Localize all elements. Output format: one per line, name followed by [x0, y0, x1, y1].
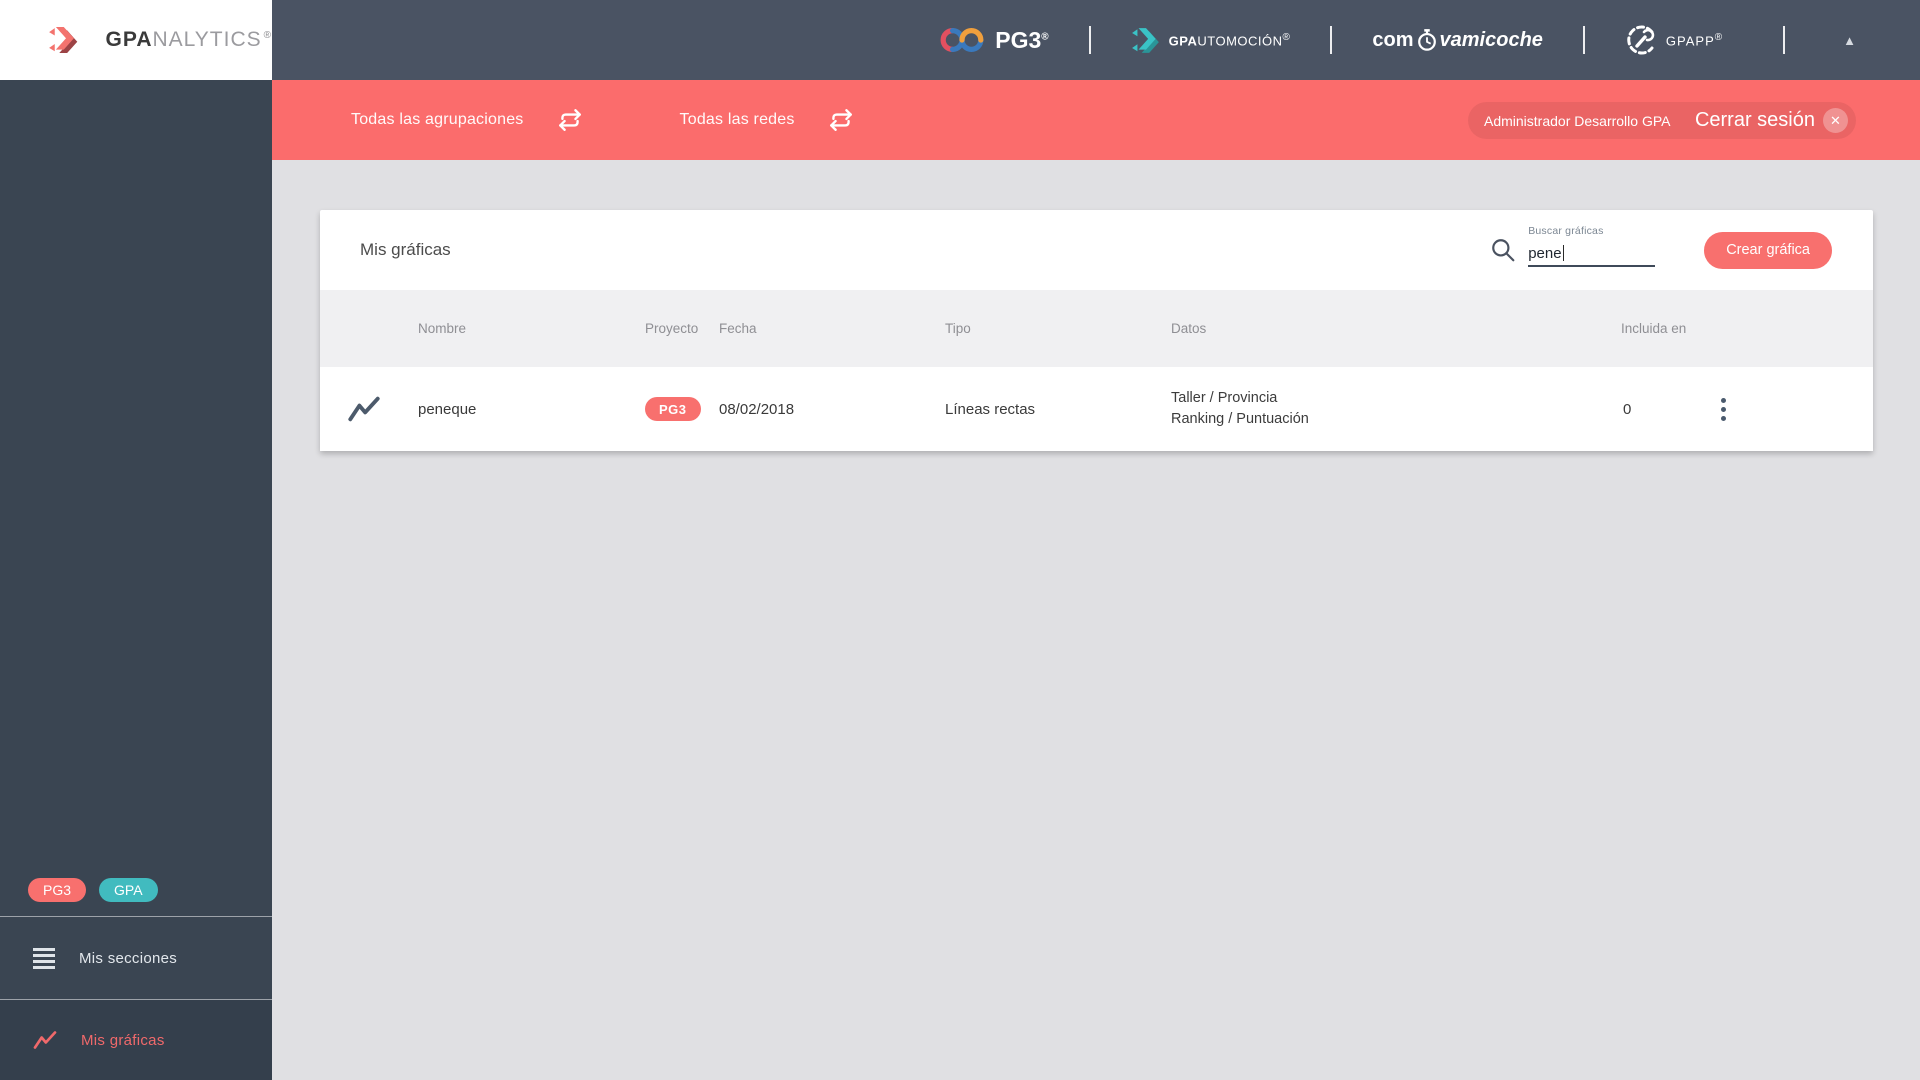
search-field: Buscar gráficas pene: [1528, 225, 1656, 267]
cell-incluida-en: 0: [1623, 400, 1632, 418]
badge-gpa[interactable]: GPA: [99, 878, 158, 902]
column-header-fecha: Fecha: [719, 321, 757, 336]
logout-button[interactable]: Cerrar sesión: [1695, 109, 1815, 132]
datos-line-2: Ranking / Puntuación: [1171, 411, 1309, 427]
user-name: Administrador Desarrollo GPA: [1484, 112, 1671, 129]
logo-wordmark: GPANALYTICS ®: [105, 28, 272, 51]
filter-redes[interactable]: Todas las redes: [680, 111, 795, 129]
filter-agrupaciones[interactable]: Todas las agrupaciones: [351, 111, 524, 129]
pg3-infinity-icon: [940, 27, 984, 53]
comvamicoche-coche: vamicoche: [1439, 28, 1543, 51]
column-header-incluida-en: Incluida en: [1621, 321, 1687, 336]
sidebar-empty-space: [0, 80, 272, 866]
column-header-tipo: Tipo: [945, 321, 971, 336]
column-header-datos: Datos: [1171, 321, 1207, 336]
sidebar-item-mis-secciones[interactable]: Mis secciones: [0, 917, 272, 999]
datos-line-1: Taller / Provincia: [1171, 390, 1278, 406]
collapse-topbar-arrow-icon[interactable]: ▲: [1843, 33, 1856, 48]
search-icon: [1490, 237, 1516, 263]
page-title: Mis gráficas: [360, 240, 451, 259]
user-session-pill: Administrador Desarrollo GPA Cerrar sesi…: [1468, 102, 1856, 139]
chart-line-icon: [33, 1031, 57, 1049]
column-header-nombre: Nombre: [418, 321, 467, 336]
sidebar-item-label: Mis secciones: [79, 949, 178, 967]
table-header-row: Nombre Proyecto Fecha Tipo Datos Incluid…: [320, 290, 1873, 367]
cell-proyecto: PG3: [645, 397, 719, 421]
pg3-wordmark: PG3®: [995, 26, 1049, 53]
comvamicoche-com: com: [1372, 28, 1414, 51]
cell-datos: Taller / Provincia Ranking / Puntuación: [1171, 388, 1621, 430]
topbar-divider: [1783, 26, 1786, 54]
menu-icon: [33, 947, 55, 969]
sidebar-project-badges: PG3 GPA: [0, 866, 272, 916]
sidebar: GPANALYTICS ® PG3 GPA Mis secciones Mis g…: [0, 0, 272, 1080]
comvamicoche-logo[interactable]: com vamicoche: [1372, 28, 1543, 52]
cell-nombre: peneque: [418, 400, 477, 418]
search-input[interactable]: pene: [1528, 241, 1656, 267]
sidebar-item-mis-graficas[interactable]: Mis gráficas: [0, 1000, 272, 1080]
search-field-label: Buscar gráficas: [1528, 225, 1604, 237]
gpapp-wrench-gauge-icon: [1627, 25, 1655, 55]
stopwatch-icon: [1417, 29, 1436, 51]
gpapp-wordmark: GPAPP®: [1665, 31, 1724, 49]
pg3-logo[interactable]: PG3®: [939, 26, 1049, 54]
gpautomocion-wordmark: GPAUTOMOCIÓN®: [1168, 31, 1291, 49]
cell-fecha: 08/02/2018: [719, 400, 795, 418]
logout-close-icon[interactable]: ✕: [1823, 108, 1848, 133]
gpanalytics-arrow-icon: [49, 27, 78, 53]
text-caret: [1562, 245, 1564, 261]
app-logo[interactable]: GPANALYTICS ®: [0, 0, 272, 80]
search-zone: Buscar gráficas pene Crear gráfica: [1490, 225, 1873, 269]
swap-redes-icon[interactable]: [828, 107, 854, 133]
topbar-divider: [1330, 26, 1333, 54]
row-chart-type-cell: [320, 395, 418, 423]
gpapp-logo[interactable]: GPAPP®: [1625, 24, 1723, 56]
topbar: PG3® GPAUTOMOCIÓN® com vamicoche GPAPP® …: [272, 0, 1920, 80]
topbar-divider: [1088, 26, 1091, 54]
gpautomocion-arrow-icon: [1131, 27, 1159, 53]
table-row[interactable]: peneque PG3 08/02/2018 Líneas rectas Tal…: [320, 367, 1873, 451]
project-badge-pg3: PG3: [645, 397, 701, 421]
search-input-value: pene: [1528, 244, 1562, 262]
create-chart-button[interactable]: Crear gráfica: [1704, 231, 1832, 269]
chart-line-icon: [348, 396, 380, 422]
mis-graficas-card: Mis gráficas Buscar gráficas pene Crear …: [320, 210, 1873, 451]
filter-bar: Todas las agrupaciones Todas las redes A…: [272, 80, 1920, 160]
cell-actions: [1721, 397, 1873, 421]
gpautomocion-logo[interactable]: GPAUTOMOCIÓN®: [1131, 27, 1291, 54]
sidebar-item-label: Mis gráficas: [81, 1031, 165, 1049]
topbar-divider: [1582, 26, 1585, 54]
badge-pg3[interactable]: PG3: [28, 878, 87, 902]
cell-tipo: Líneas rectas: [945, 400, 1036, 418]
card-header: Mis gráficas Buscar gráficas pene Crear …: [320, 210, 1873, 290]
column-header-proyecto: Proyecto: [645, 321, 699, 336]
swap-agrupaciones-icon[interactable]: [557, 107, 583, 133]
row-options-kebab-icon[interactable]: [1721, 397, 1726, 421]
